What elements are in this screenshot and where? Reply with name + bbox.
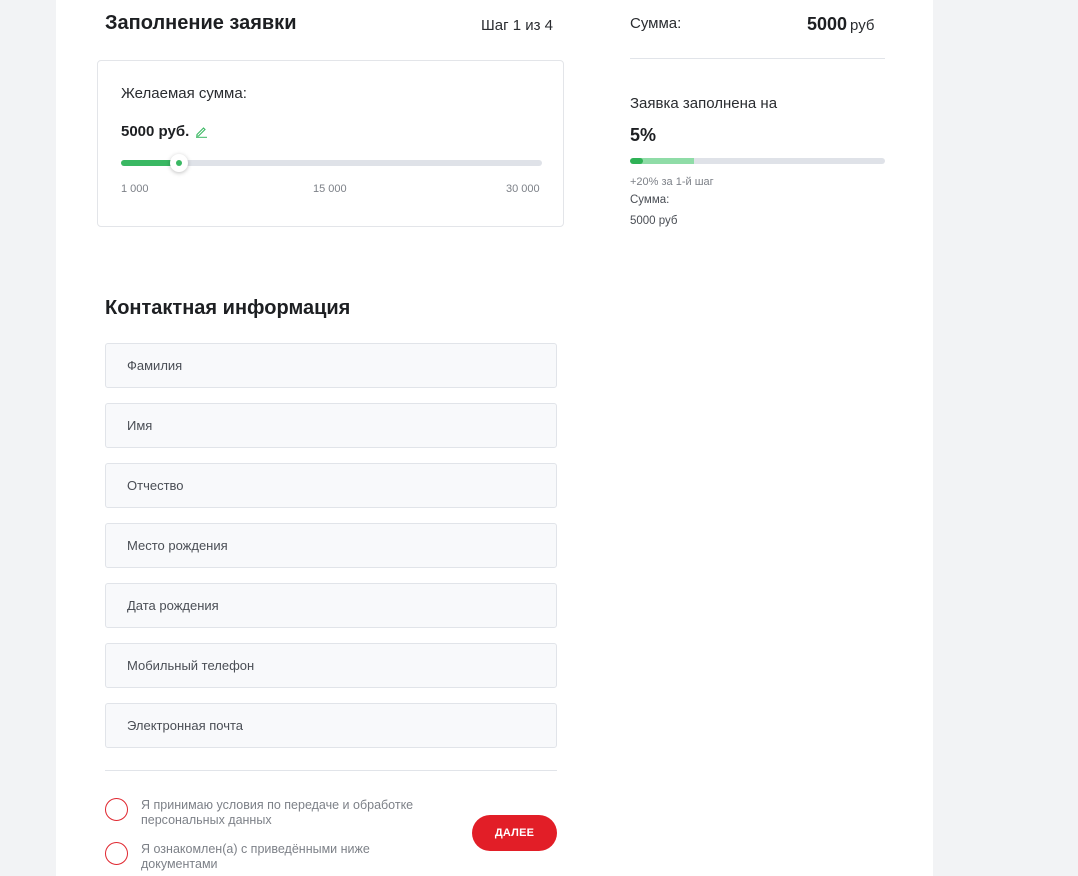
- consent-personal-data-text: Я принимаю условия по передаче и обработ…: [141, 798, 414, 827]
- amount-label: Желаемая сумма:: [121, 85, 247, 102]
- application-page: Заполнение заявки Шаг 1 из 4 Желаемая су…: [56, 0, 933, 876]
- amount-slider[interactable]: [121, 154, 542, 172]
- slider-tick-max: 30 000: [506, 183, 540, 195]
- fill-progress-percent: 5%: [630, 125, 657, 145]
- pencil-icon[interactable]: [195, 125, 208, 138]
- slider-handle[interactable]: [170, 154, 189, 172]
- consent-documents: Я ознакомлен(а) с приведёнными ниже доку…: [105, 842, 441, 872]
- fill-progress-label: Заявка заполнена на: [630, 95, 778, 112]
- slider-tick-min: 1 000: [121, 183, 149, 195]
- next-button[interactable]: ДАЛЕЕ: [472, 815, 557, 851]
- amount-value: 5000 руб.: [121, 123, 190, 140]
- fill-progress-bar: [630, 158, 885, 164]
- step-indicator: Шаг 1 из 4: [481, 17, 554, 34]
- summary-sum-label: Сумма:: [630, 15, 682, 32]
- email-field[interactable]: Электронная почта: [105, 703, 557, 748]
- summary-small-sum-label: Сумма:: [630, 194, 670, 206]
- summary-divider: [630, 58, 885, 59]
- consent-personal-data: Я принимаю условия по передаче и обработ…: [105, 798, 441, 828]
- amount-card: Желаемая сумма: 5000 руб. 1 000 15 000 3…: [97, 60, 564, 227]
- first-name-field[interactable]: Имя: [105, 403, 557, 448]
- fill-progress-done: [630, 158, 643, 164]
- summary-sum-unit: руб: [850, 17, 875, 34]
- summary-small-sum-value: 5000 руб: [630, 215, 678, 227]
- progress-hint: +20% за 1-й шаг: [630, 176, 714, 188]
- patronymic-field[interactable]: Отчество: [105, 463, 557, 508]
- page-title: Заполнение заявки: [105, 12, 297, 34]
- slider-tick-mid: 15 000: [313, 183, 347, 195]
- consent-documents-text: Я ознакомлен(а) с приведёнными ниже доку…: [141, 842, 370, 871]
- consent-personal-data-radio[interactable]: [105, 798, 128, 821]
- form-divider: [105, 770, 557, 771]
- phone-field[interactable]: Мобильный телефон: [105, 643, 557, 688]
- amount-value-row: 5000 руб.: [121, 123, 208, 140]
- last-name-field[interactable]: Фамилия: [105, 343, 557, 388]
- contact-section-title: Контактная информация: [105, 297, 351, 319]
- birthplace-field[interactable]: Место рождения: [105, 523, 557, 568]
- summary-sum-value: 5000: [807, 14, 848, 34]
- summary-sum: 5000 руб: [807, 14, 874, 35]
- consent-documents-radio[interactable]: [105, 842, 128, 865]
- birthdate-field[interactable]: Дата рождения: [105, 583, 557, 628]
